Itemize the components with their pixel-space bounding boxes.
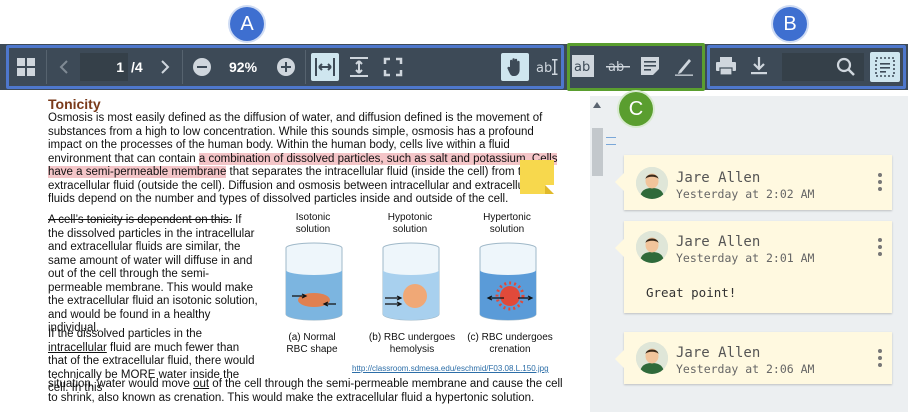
underline-annotation[interactable]: intracellular <box>48 342 107 354</box>
annotation-marker <box>606 144 616 145</box>
badge-c: C <box>619 92 653 126</box>
figure-caption: (b) RBC undergoes hemolysis <box>368 332 456 355</box>
beaker-hypotonic-image <box>382 242 440 321</box>
highlight-text-icon[interactable]: ab <box>572 55 594 77</box>
search-icon[interactable] <box>834 55 858 79</box>
beaker-hypertonic-image <box>479 242 537 321</box>
comment-timestamp: Yesterday at 2:01 AM <box>676 251 815 265</box>
figure-col-title: Hypotonic solution <box>387 212 433 235</box>
chevron-right-icon[interactable] <box>157 54 173 80</box>
toolbar-separator <box>182 50 183 84</box>
paragraph-4-text: situation, water would move <box>48 378 194 390</box>
paragraph-2-text: If the dissolved particles in the intrac… <box>48 214 258 334</box>
comment-author: Jare Allen <box>676 345 761 361</box>
strikethrough-icon[interactable]: ab <box>605 55 631 77</box>
figure-caption: (c) RBC undergoes crenation <box>467 332 553 355</box>
underline-annotation-out[interactable]: out <box>193 378 209 390</box>
figure-caption: (a) Normal RBC shape <box>286 332 338 355</box>
toolbar-separator <box>46 50 47 84</box>
draw-icon[interactable] <box>673 55 695 77</box>
paragraph-3-text: If the dissolved particles in the <box>48 328 203 340</box>
more-vertical-icon[interactable] <box>878 173 882 194</box>
comment-author: Jare Allen <box>676 170 761 186</box>
fullscreen-icon[interactable] <box>381 54 405 80</box>
page-number-input[interactable]: 1 <box>80 53 128 81</box>
figure-source-link[interactable]: http://classroom.sdmesa.edu/eschmid/F03.… <box>352 364 549 373</box>
print-icon[interactable] <box>714 55 738 77</box>
download-icon[interactable] <box>748 55 770 77</box>
scrollbar-thumb[interactable] <box>592 128 603 176</box>
document-page: Tonicity Osmosis is most easily defined … <box>0 96 590 412</box>
zoom-level[interactable]: 92% <box>229 53 257 81</box>
paragraph-4[interactable]: situation, water would move out of the c… <box>48 378 568 405</box>
document-title: Tonicity <box>48 96 101 112</box>
scroll-up-arrow-icon[interactable] <box>593 102 601 108</box>
fit-width-icon[interactable] <box>311 53 339 81</box>
badge-a: A <box>230 7 264 41</box>
sticky-note-icon[interactable] <box>520 160 554 194</box>
figure-col-title: Hypertonic solution <box>483 212 531 235</box>
comment-timestamp: Yesterday at 2:06 AM <box>676 362 815 376</box>
more-vertical-icon[interactable] <box>878 349 882 370</box>
toolbar-separator <box>305 50 306 84</box>
more-vertical-icon[interactable] <box>878 238 882 259</box>
avatar <box>636 342 668 374</box>
svg-text:ab: ab <box>536 61 552 76</box>
annotation-marker <box>606 137 616 138</box>
comment-author: Jare Allen <box>676 234 761 250</box>
fit-height-icon[interactable] <box>347 54 371 80</box>
comment-card[interactable]: Jare Allen Yesterday at 2:02 AM <box>615 155 892 210</box>
figure-col-title: Isotonic solution <box>295 212 331 235</box>
page-total: /4 <box>131 59 143 75</box>
zoom-out-icon[interactable] <box>190 55 214 79</box>
svg-text:ab: ab <box>574 60 590 75</box>
text-select-icon[interactable]: ab <box>535 54 559 80</box>
avatar <box>636 167 668 199</box>
grid-icon[interactable] <box>14 54 38 80</box>
chevron-left-icon[interactable] <box>56 54 72 80</box>
note-icon[interactable] <box>639 55 661 77</box>
comment-body: Great point! <box>646 285 737 300</box>
zoom-in-icon[interactable] <box>274 55 298 79</box>
comment-card[interactable]: Jare Allen Yesterday at 2:06 AM <box>615 332 892 384</box>
paragraph-2[interactable]: A cell’s tonicity is dependent on this. … <box>48 214 260 336</box>
beaker-isotonic-image <box>285 242 343 321</box>
strikethrough-annotation[interactable]: A cell’s tonicity is dependent on this. <box>48 214 232 226</box>
comment-card[interactable]: Jare Allen Yesterday at 2:01 AM Great po… <box>615 221 892 313</box>
hand-tool-icon[interactable] <box>501 53 529 81</box>
avatar <box>636 231 668 263</box>
comment-timestamp: Yesterday at 2:02 AM <box>676 187 815 201</box>
badge-b: B <box>773 7 807 41</box>
paragraph-1[interactable]: Osmosis is most easily defined as the di… <box>48 112 558 207</box>
comments-panel-icon[interactable] <box>870 52 900 82</box>
pdf-annotation-viewer: A B 1 /4 92% ab ab ab Tonicity Osmosis i… <box>0 0 908 412</box>
